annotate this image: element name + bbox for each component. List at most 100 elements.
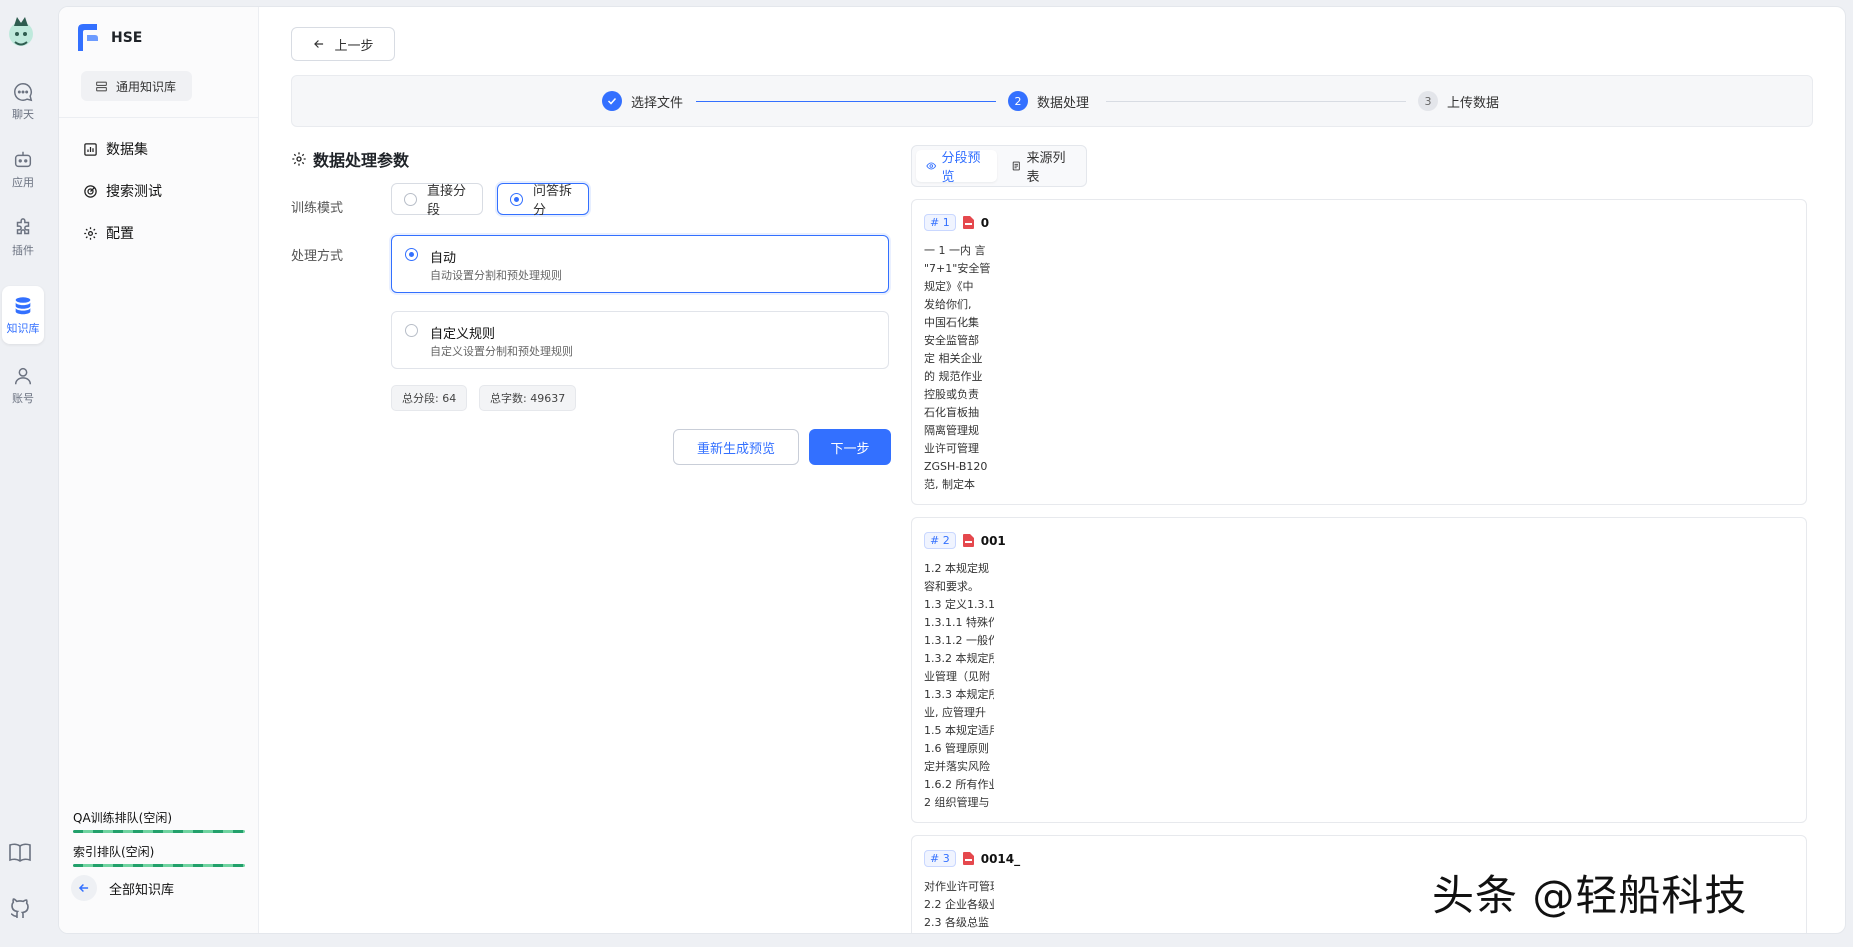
qa-queue-label: QA训练排队(空闲) [73,811,173,825]
step-data-processing: 2 数据处理 [1008,91,1089,111]
chat-icon [14,82,33,101]
chunk-line: 容和要求。 [924,580,979,593]
chunk-card: # 1 0 一 1 一内 言 "7+1"安全管 规定》《中 发给你们, 中国石化集 安全监… [911,199,1807,505]
chunk-line: 1.3.1.2 一般作 [924,634,994,647]
chunk-content: 1.2 本规定规 容和要求。 1.3 定义1.3.1 1.3.1.1 特殊作 1.3.1… [924,560,994,812]
kb-type-badge: 通用知识库 [81,71,193,101]
kb-header: HSE [75,21,142,55]
tab-chunk-preview[interactable]: 分段预览 [916,150,997,185]
chunk-line: 1.3.3 本规定所 [924,688,994,701]
kb-sidebar: HSE 通用知识库 数据集 搜索测试 配置 QA训练排队(空闲) 索引排队(空闲… [59,7,259,933]
rail-account[interactable]: 账号 [2,356,44,414]
all-kb-link[interactable]: 全部知识库 [71,875,174,901]
step-select-file: 选择文件 [602,91,683,111]
chunk-line: "7+1"安全管 [924,262,991,275]
pdf-file-icon [962,852,974,865]
chunk-index: # 1 [924,214,956,231]
chunk-line: 1.3 定义1.3.1 [924,598,994,611]
chunk-index: # 2 [924,532,956,549]
chunk-content: 一 1 一内 言 "7+1"安全管 规定》《中 发给你们, 中国石化集 安全监管部定 相关… [924,242,994,494]
sidebar-divider [59,117,259,118]
chunk-line: 1.5 本规定适用 [924,724,994,737]
next-step-button[interactable]: 下一步 [809,429,891,465]
radio-icon [404,192,417,206]
back-button[interactable]: 上一步 [291,27,395,61]
user-avatar-icon[interactable] [6,14,36,48]
sidebar-item-config[interactable]: 配置 [83,221,134,245]
chunk-line: 中国石化集 [924,316,979,329]
radio-checked-icon [405,248,418,261]
all-kb-label: 全部知识库 [109,882,175,898]
train-mode-qa[interactable]: 问答拆分 [497,183,589,218]
rail-knowledge[interactable]: 知识库 [2,286,44,344]
document-icon [1012,161,1020,171]
chunk-index: # 3 [924,850,956,867]
watermark-text: 头条 @轻船科技 [1426,862,1754,923]
radio-icon [405,324,418,337]
step-connector-todo [1106,101,1406,102]
step-number: 3 [1418,91,1438,111]
puzzle-icon [16,217,30,234]
rail-account-label: 账号 [12,391,34,405]
app-window: HSE 通用知识库 数据集 搜索测试 配置 QA训练排队(空闲) 索引排队(空闲… [58,6,1846,934]
rail-chat-label: 聊天 [12,107,34,121]
qa-queue-status: QA训练排队(空闲) [73,809,245,833]
rail-plugins[interactable]: 插件 [2,208,44,266]
tab-label: 来源列表 [1026,151,1066,185]
total-segments-badge: 总分段: 64 [391,385,468,411]
sidebar-item-dataset[interactable]: 数据集 [83,137,148,161]
chunk-line: 规定》《中 [924,280,974,293]
chunk-filename: 0014_ [980,851,1021,866]
process-mode-label: 处理方式 [291,249,344,264]
sidebar-item-label: 搜索测试 [106,184,162,200]
process-option-title: 自动 [430,251,457,266]
gear-icon [292,152,306,166]
chunk-line: 1.6.2 所有作业 [924,778,994,791]
chunk-line: 对作业许可管理 [924,880,994,893]
chunk-line: 2 组织管理与 [924,796,990,809]
chunk-line: 1.2 本规定规 [924,562,989,575]
regenerate-preview-button[interactable]: 重新生成预览 [673,429,799,465]
total-chars-badge: 总字数: 49637 [479,385,577,411]
chunk-line: 2.2 企业各级业务 [924,898,994,911]
process-option-desc: 自定义设置分制和预处理规则 [430,345,573,358]
rail-chat[interactable]: 聊天 [2,72,44,130]
params-title-text: 数据处理参数 [313,151,410,170]
sidebar-item-search-test[interactable]: 搜索测试 [83,179,162,203]
chunk-line: 定并落实风险 [924,760,990,773]
back-button-label: 上一步 [334,38,374,54]
process-option-title: 自定义规则 [430,327,496,342]
process-option-custom[interactable]: 自定义规则 自定义设置分制和预处理规则 [391,311,889,369]
chunk-line: 一 1 一内 言 [924,244,986,257]
radio-checked-icon [510,192,523,206]
train-mode-direct[interactable]: 直接分段 [391,183,483,218]
process-option-auto[interactable]: 自动 自动设置分割和预处理规则 [391,235,889,293]
chunk-line: 的 规范作业 [924,370,983,383]
step-label: 上传数据 [1447,95,1500,111]
chunk-line: 1.6 管理原则 [924,742,989,755]
chunk-line: 1.3.1.1 特殊作 [924,616,994,629]
kb-name: HSE [111,30,143,46]
server-icon [96,81,107,91]
chunk-line: 石化盲板抽 [924,406,979,419]
rail-apps[interactable]: 应用 [2,140,44,198]
process-option-desc: 自动设置分割和预处理规则 [430,269,562,282]
icon-rail: 聊天 应用 插件 知识库 账号 [0,0,58,947]
sidebar-item-label: 数据集 [106,142,148,158]
tab-source-list[interactable]: 来源列表 [1001,150,1082,185]
stepper: 选择文件 2 数据处理 3 上传数据 [291,75,1813,127]
docs-book-icon[interactable] [8,840,32,864]
arrow-left-icon [71,875,97,901]
chunk-line: 控股或负责 [924,388,979,401]
chunk-header: # 1 0 [924,214,989,231]
check-icon [602,91,622,111]
chunk-line: 发给你们, [924,298,972,311]
github-icon[interactable] [8,896,32,920]
chunk-line: 隔离管理规 [924,424,979,437]
index-queue-label: 索引排队(空闲) [73,845,155,859]
sidebar-item-label: 配置 [106,226,134,242]
pdf-file-icon [962,216,974,229]
step-number: 2 [1008,91,1028,111]
rail-plugins-label: 插件 [12,243,34,257]
train-mode-label-qa: 问答拆分 [533,184,573,218]
